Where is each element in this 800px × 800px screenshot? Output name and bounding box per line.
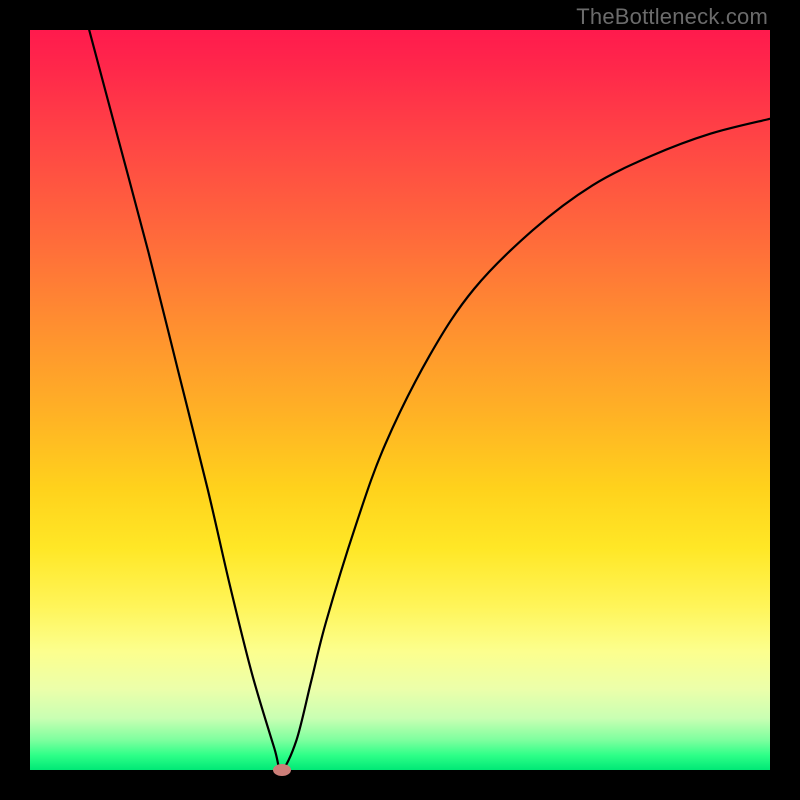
plot-area [30, 30, 770, 770]
chart-frame: TheBottleneck.com [0, 0, 800, 800]
bottleneck-curve [30, 30, 770, 770]
optimum-marker [273, 764, 291, 776]
watermark-text: TheBottleneck.com [576, 4, 768, 30]
